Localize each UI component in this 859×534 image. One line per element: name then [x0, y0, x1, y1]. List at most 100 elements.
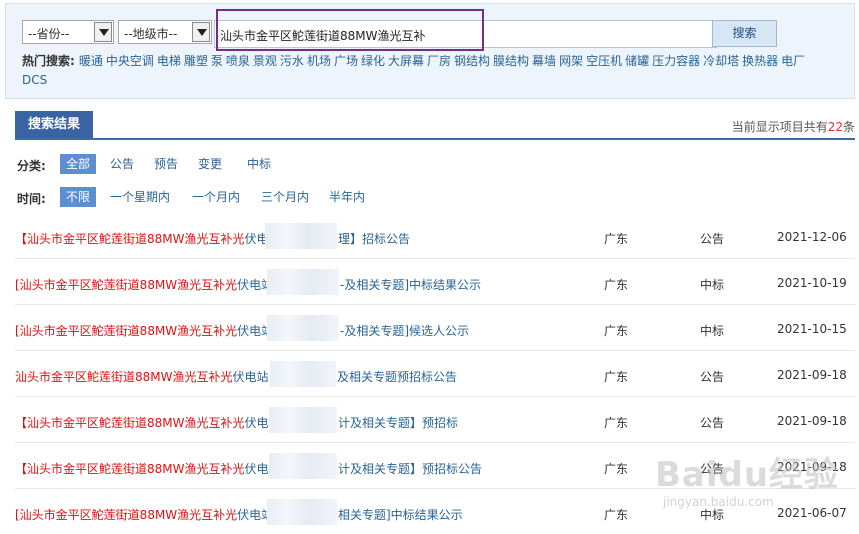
result-title-link[interactable]: [汕头市金平区鮀莲街道88MW渔光互补光伏电站 -及相关专题]中标结果公示	[15, 276, 481, 293]
time-filter-label: 时间:	[17, 192, 46, 206]
hot-search-link[interactable]: 储罐	[625, 54, 649, 68]
result-title-suffix: -及相关专题]候选人公示	[340, 324, 470, 338]
result-title-link[interactable]: 【汕头市金平区鮀莲街道88MW渔光互补光伏电 理】招标公告	[15, 230, 410, 247]
result-type: 公告	[700, 462, 725, 476]
result-title-keyword: [汕头市金平区鮀莲街道88MW渔光互补光	[15, 508, 238, 522]
result-title-keyword: 【汕头市金平区鮀莲街道88MW渔光互补光	[15, 232, 245, 246]
search-button[interactable]: 搜索	[712, 20, 777, 47]
hot-search-terms: 暖通 中央空调 电梯 雕塑泵喷泉 景观 污水 机场 广场 绿化 大屏幕 厂房 钢结构 膜结构 幕墙 网架 空压…	[22, 54, 808, 87]
result-date: 2021-06-07	[777, 506, 847, 520]
time-option[interactable]: 一个月内	[186, 187, 246, 207]
result-type: 中标	[700, 508, 725, 522]
result-type: 公告	[700, 232, 725, 246]
chevron-down-icon[interactable]	[192, 22, 210, 42]
result-row[interactable]: [汕头市金平区鮀莲街道88MW渔光互补光伏电站 -及相关专题]中标结果公示 广东 中标…	[15, 259, 855, 305]
result-region: 广东	[604, 324, 629, 338]
hot-search-bar: 热门搜索: 暖通 中央空调 电梯 雕塑泵喷泉 景观 污水 机场 广场 绿化 大屏幕 厂房 钢结构 膜结构幕…	[22, 52, 832, 90]
category-option[interactable]: 变更	[192, 154, 228, 174]
hot-search-link[interactable]: 机场	[307, 54, 331, 68]
hot-search-link[interactable]: 大屏幕	[388, 54, 424, 68]
hot-search-link[interactable]: 换热器	[742, 54, 778, 68]
redacted-text-blur	[269, 407, 337, 433]
result-type: 公告	[700, 370, 725, 384]
result-title-keyword: 汕头市金平区鮀莲街道88MW渔光互补光	[15, 370, 233, 384]
tab-search-results[interactable]: 搜索结果	[15, 111, 93, 138]
result-title-text: 伏电	[244, 462, 269, 476]
result-type: 中标	[700, 278, 725, 292]
hot-search-link[interactable]: 电厂	[781, 54, 805, 68]
results-count-prefix: 当前显示项目共有	[731, 120, 828, 134]
hot-search-link[interactable]: 冷却塔	[703, 54, 739, 68]
hot-search-link[interactable]: 厂房	[427, 54, 451, 68]
result-region: 广东	[604, 278, 629, 292]
time-option[interactable]: 不限	[60, 187, 97, 207]
result-row[interactable]: 汕头市金平区鮀莲街道88MW渔光互补光伏电站 及相关专题预招标公告 广东 公告 2021…	[15, 351, 855, 397]
result-row[interactable]: 【汕头市金平区鮀莲街道88MW渔光互补光伏电 理】招标公告 广东 公告 2021-12-…	[15, 213, 855, 259]
result-date: 2021-10-19	[777, 276, 847, 290]
results-count-suffix: 条	[842, 120, 855, 134]
result-row[interactable]: [汕头市金平区鮀莲街道88MW渔光互补光伏电站 相关专题]中标结果公示 广东 中标 20…	[15, 489, 855, 534]
hot-search-label: 热门搜索:	[22, 54, 75, 68]
hot-search-link[interactable]: 幕墙	[532, 54, 556, 68]
province-select-value: --省份--	[28, 27, 70, 41]
hot-search-link[interactable]: 中央空调	[106, 54, 154, 68]
hot-search-link[interactable]: 广场	[334, 54, 358, 68]
category-option[interactable]: 中标	[241, 154, 277, 174]
hot-search-link[interactable]: DCS	[22, 73, 47, 87]
hot-search-link[interactable]: 景观	[253, 54, 277, 68]
city-select[interactable]: --地级市--	[118, 20, 212, 44]
result-title-text: 伏电站	[232, 370, 269, 384]
redacted-text-blur	[267, 315, 339, 341]
result-region: 广东	[604, 508, 629, 522]
category-option[interactable]: 全部	[60, 154, 97, 174]
hot-search-link[interactable]: 网架	[559, 54, 583, 68]
result-title-suffix: 计及相关专题】预招标公告	[338, 462, 483, 476]
search-input[interactable]: 汕头市金平区鮀莲街道88MW渔光互补	[214, 20, 717, 48]
time-option[interactable]: 半年内	[323, 187, 371, 207]
result-date: 2021-09-18	[777, 368, 847, 382]
category-option[interactable]: 预告	[148, 154, 184, 174]
hot-search-link[interactable]: 污水	[280, 54, 304, 68]
result-region: 广东	[604, 416, 629, 430]
redacted-text-blur	[267, 499, 337, 525]
hot-search-link[interactable]: 膜结构	[493, 54, 529, 68]
result-title-link[interactable]: 【汕头市金平区鮀莲街道88MW渔光互补光伏电 计及相关专题】预招标公告	[15, 460, 482, 477]
city-select-value: --地级市--	[124, 27, 178, 41]
hot-search-link[interactable]: 泵	[211, 54, 223, 68]
search-panel: --省份-- --地级市-- 汕头市金平区鮀莲街道88MW渔光互补 搜索 热门搜…	[5, 3, 855, 99]
result-region: 广东	[604, 232, 629, 246]
hot-search-link[interactable]: 雕塑	[184, 54, 208, 68]
province-select[interactable]: --省份--	[22, 20, 114, 44]
result-title-suffix: -及相关专题]中标结果公示	[340, 278, 482, 292]
category-option[interactable]: 公告	[104, 154, 140, 174]
result-title-suffix: 理】招标公告	[338, 232, 411, 246]
result-title-link[interactable]: 汕头市金平区鮀莲街道88MW渔光互补光伏电站 及相关专题预招标公告	[15, 368, 457, 385]
category-filter-label: 分类:	[17, 159, 46, 173]
result-row[interactable]: 【汕头市金平区鮀莲街道88MW渔光互补光伏电 计及相关专题】预招标公告 广东 公告 20…	[15, 443, 855, 489]
hot-search-link[interactable]: 电梯	[157, 54, 181, 68]
hot-search-link[interactable]: 绿化	[361, 54, 385, 68]
result-row[interactable]: [汕头市金平区鮀莲街道88MW渔光互补光伏电站 -及相关专题]候选人公示 广东 中标 2…	[15, 305, 855, 351]
result-title-keyword: [汕头市金平区鮀莲街道88MW渔光互补光	[15, 324, 238, 338]
hot-search-link[interactable]: 钢结构	[454, 54, 490, 68]
result-title-keyword: 【汕头市金平区鮀莲街道88MW渔光互补光	[15, 462, 245, 476]
result-row[interactable]: 【汕头市金平区鮀莲街道88MW渔光互补光伏电 计及相关专题】预招标 广东 公告 2021…	[15, 397, 855, 443]
result-date: 2021-10-15	[777, 322, 847, 336]
time-option[interactable]: 一个星期内	[104, 187, 176, 207]
hot-search-link[interactable]: 暖通	[79, 54, 103, 68]
redacted-text-blur	[270, 361, 336, 387]
result-date: 2021-12-06	[777, 230, 847, 244]
result-region: 广东	[604, 370, 629, 384]
result-title-suffix: 计及相关专题】预招标	[338, 416, 459, 430]
chevron-down-icon[interactable]	[94, 22, 112, 42]
result-title-link[interactable]: 【汕头市金平区鮀莲街道88MW渔光互补光伏电 计及相关专题】预招标	[15, 414, 458, 431]
hot-search-link[interactable]: 压力容器	[652, 54, 700, 68]
result-title-link[interactable]: [汕头市金平区鮀莲街道88MW渔光互补光伏电站 相关专题]中标结果公示	[15, 506, 463, 523]
result-type: 公告	[700, 416, 725, 430]
result-title-link[interactable]: [汕头市金平区鮀莲街道88MW渔光互补光伏电站 -及相关专题]候选人公示	[15, 322, 469, 339]
time-option[interactable]: 三个月内	[255, 187, 315, 207]
result-date: 2021-09-18	[777, 414, 847, 428]
hot-search-link[interactable]: 喷泉	[226, 54, 250, 68]
result-title-text: 伏电	[244, 416, 269, 430]
hot-search-link[interactable]: 空压机	[586, 54, 622, 68]
